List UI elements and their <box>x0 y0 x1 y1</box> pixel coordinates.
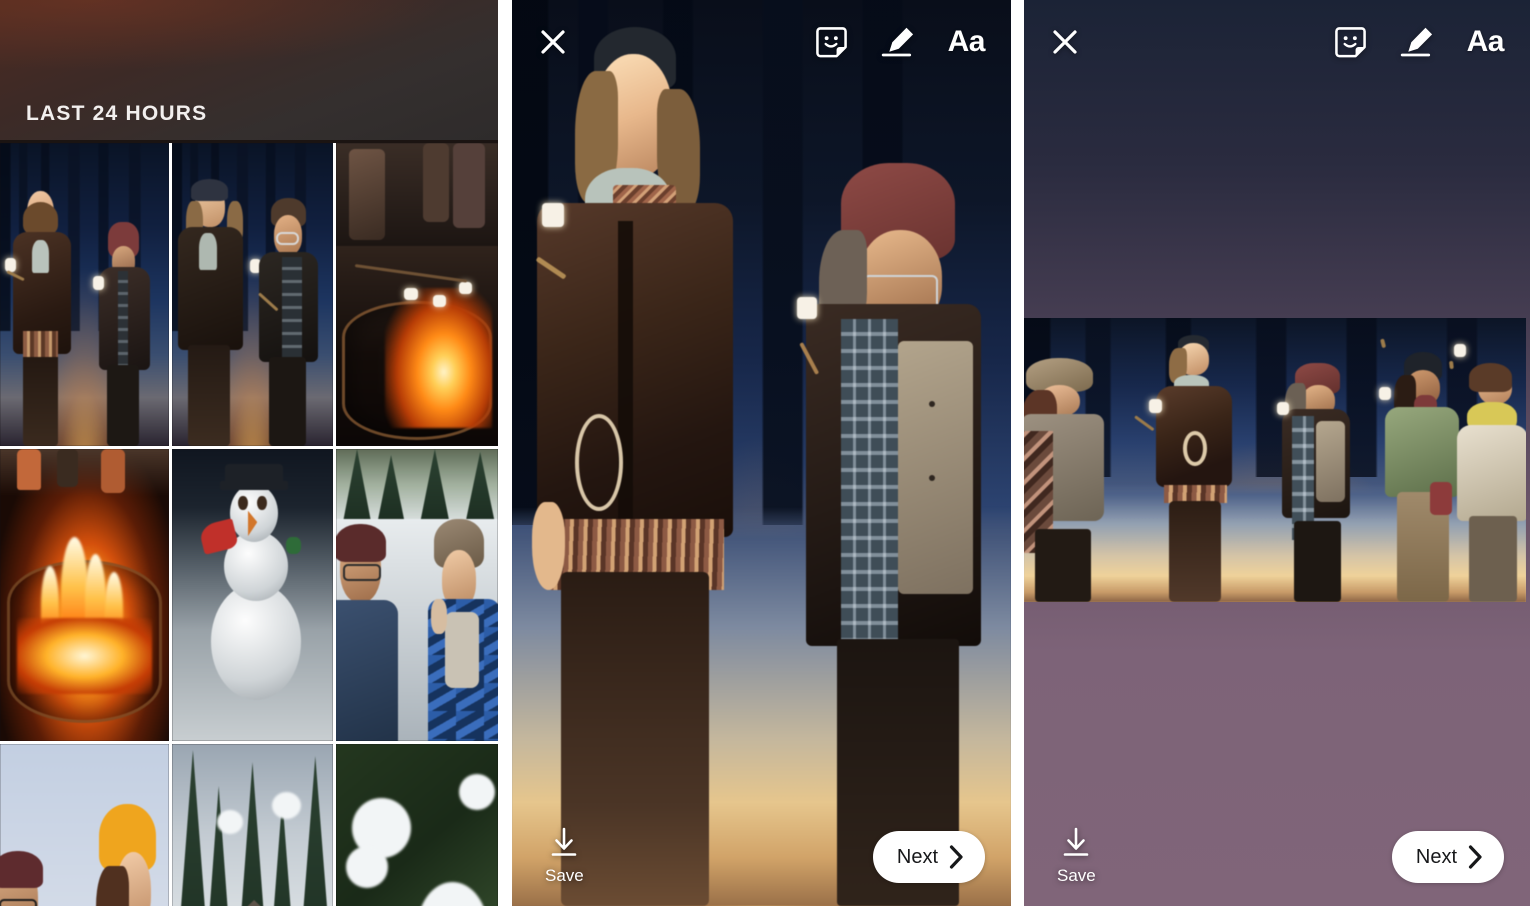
save-label: Save <box>545 866 584 885</box>
save-button[interactable]: Save <box>1057 827 1096 886</box>
marker-pen-icon[interactable] <box>1399 26 1435 58</box>
save-button[interactable]: Save <box>545 827 584 886</box>
editor-toolbar: Aa <box>512 0 1011 84</box>
canvas-bottom-bar: Save Next <box>1024 790 1530 906</box>
next-label: Next <box>896 845 938 868</box>
save-label: Save <box>1057 866 1096 885</box>
canvas-toolbar: Aa <box>1024 0 1530 84</box>
gallery-thumbnail-6[interactable] <box>336 449 498 741</box>
sticker-smiley-icon[interactable] <box>1334 26 1367 59</box>
gallery-thumbnail-5[interactable] <box>172 449 333 741</box>
next-button[interactable]: Next <box>1391 831 1504 883</box>
chevron-right-icon <box>949 845 963 869</box>
marker-pen-icon[interactable] <box>880 26 916 58</box>
close-icon[interactable] <box>538 27 568 57</box>
story-canvas-panel: Aa Save Next <box>1024 0 1530 906</box>
download-arrow-icon <box>1064 827 1089 856</box>
gallery-grid <box>0 143 498 906</box>
gallery-thumbnail-1[interactable] <box>0 143 169 446</box>
page-title: LAST 24 HOURS <box>26 102 208 125</box>
chevron-right-icon <box>1468 845 1482 869</box>
text-aa-icon[interactable]: Aa <box>948 27 986 57</box>
next-button[interactable]: Next <box>872 831 985 883</box>
gallery-thumbnail-7[interactable] <box>0 744 169 906</box>
text-aa-icon[interactable]: Aa <box>1467 27 1505 57</box>
screenshot-root: LAST 24 HOURS Aa Save Next Aa Save Next <box>0 0 1530 906</box>
gallery-thumbnail-2[interactable] <box>172 143 333 446</box>
gallery-picker-panel: LAST 24 HOURS <box>0 0 498 906</box>
gallery-thumbnail-8[interactable] <box>172 744 333 906</box>
editor-photo[interactable] <box>512 0 1011 906</box>
canvas-photo[interactable] <box>1024 318 1526 602</box>
gallery-header: LAST 24 HOURS <box>0 0 498 140</box>
editor-bottom-bar: Save Next <box>512 790 1011 906</box>
sticker-smiley-icon[interactable] <box>815 26 848 59</box>
story-editor-panel: Aa Save Next <box>512 0 1011 906</box>
next-label: Next <box>1415 845 1457 868</box>
gallery-thumbnail-3[interactable] <box>336 143 498 446</box>
download-arrow-icon <box>552 827 577 856</box>
close-icon[interactable] <box>1050 27 1080 57</box>
gallery-thumbnail-4[interactable] <box>0 449 169 741</box>
gallery-thumbnail-9[interactable] <box>336 744 498 906</box>
